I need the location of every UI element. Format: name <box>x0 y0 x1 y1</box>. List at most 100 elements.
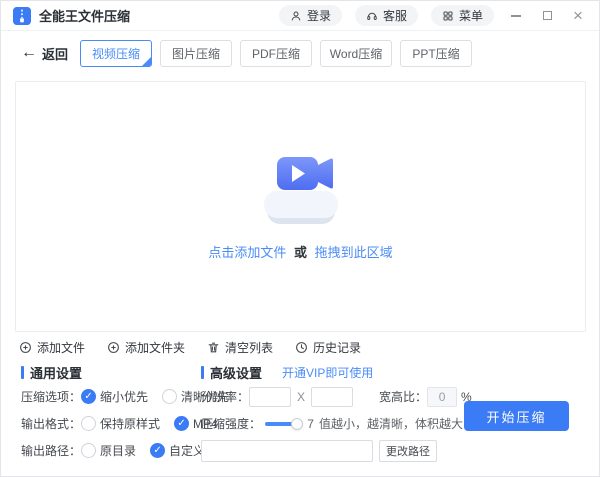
output-path-row: 输出路径： 原目录 自定义 <box>21 440 193 461</box>
resolution-width-input[interactable] <box>249 387 291 407</box>
slider-thumb[interactable] <box>291 418 303 430</box>
tab-label: Word压缩 <box>330 45 382 62</box>
resolution-height-input[interactable] <box>311 387 353 407</box>
radio-keep-original-format[interactable]: 保持原样式 <box>81 415 160 432</box>
section-accent-bar <box>201 366 204 379</box>
output-format-row: 输出格式： 保持原样式 MP4 <box>21 413 193 434</box>
add-file-button[interactable]: 添加文件 <box>19 339 85 356</box>
custom-path-row: 更改路径 <box>201 440 463 461</box>
general-settings-title: 通用设置 <box>30 363 82 382</box>
tab-label: PDF压缩 <box>252 45 300 62</box>
login-label: 登录 <box>307 7 331 24</box>
add-folder-label: 添加文件夹 <box>125 339 185 356</box>
tab-video-compress[interactable]: 视频压缩 <box>80 40 152 67</box>
custom-directory-label: 自定义 <box>169 442 205 459</box>
section-accent-bar <box>21 366 24 379</box>
general-settings-section: 通用设置 压缩选项： 缩小优先 清晰优先 输出格式： 保持原样式 MP4 <box>21 365 193 461</box>
vip-upgrade-link[interactable]: 开通VIP即可使用 <box>282 364 373 381</box>
close-icon: × <box>573 7 583 24</box>
radio-original-directory[interactable]: 原目录 <box>81 442 136 459</box>
tab-pdf-compress[interactable]: PDF压缩 <box>240 40 312 67</box>
start-compress-button[interactable]: 开始压缩 <box>464 401 569 431</box>
clock-icon <box>295 341 308 354</box>
add-folder-button[interactable]: 添加文件夹 <box>107 339 185 356</box>
video-camera-icon <box>253 152 349 230</box>
titlebar: 全能王文件压缩 登录 客服 菜单 <box>1 1 599 31</box>
resolution-separator: X <box>297 390 305 404</box>
headset-icon <box>366 10 378 22</box>
app-window: 全能王文件压缩 登录 客服 菜单 <box>0 0 600 477</box>
output-format-label: 输出格式： <box>21 415 81 432</box>
compression-tabs: 视频压缩 图片压缩 PDF压缩 Word压缩 PPT压缩 <box>80 40 472 67</box>
resolution-label: 分辨率： <box>201 388 249 405</box>
trash-icon <box>207 341 220 354</box>
titlebar-actions: 登录 客服 菜单 × <box>279 5 587 26</box>
support-label: 客服 <box>383 7 407 24</box>
compress-option-label: 压缩选项： <box>21 388 81 405</box>
advanced-settings-section: 高级设置 开通VIP即可使用 分辨率： X 宽高比： % 压缩强度： 7 值越小… <box>201 365 463 461</box>
advanced-settings-header: 高级设置 开通VIP即可使用 <box>201 365 463 380</box>
app-logo-icon <box>13 7 31 25</box>
strength-row: 压缩强度： 7 值越小，越清晰，体积越大 <box>201 413 463 434</box>
maximize-button[interactable] <box>538 7 556 25</box>
radio-unchecked-icon[interactable] <box>81 443 96 458</box>
close-button[interactable]: × <box>569 7 587 25</box>
radio-unchecked-icon[interactable] <box>81 416 96 431</box>
history-button[interactable]: 历史记录 <box>295 339 361 356</box>
menu-label: 菜单 <box>459 7 483 24</box>
plus-circle-icon <box>107 341 120 354</box>
aspect-ratio-input <box>427 387 457 407</box>
keep-original-label: 保持原样式 <box>100 415 160 432</box>
or-text: 或 <box>294 245 307 260</box>
change-path-button[interactable]: 更改路径 <box>379 440 437 462</box>
compress-option-row: 压缩选项： 缩小优先 清晰优先 <box>21 386 193 407</box>
general-settings-header: 通用设置 <box>21 365 193 380</box>
tab-label: PPT压缩 <box>412 45 459 62</box>
clear-list-label: 清空列表 <box>225 339 273 356</box>
support-button[interactable]: 客服 <box>355 5 418 26</box>
tab-label: 视频压缩 <box>92 45 140 62</box>
back-arrow-icon: ← <box>21 45 37 61</box>
file-actions-row: 添加文件 添加文件夹 清空列表 历史记录 <box>19 339 361 356</box>
original-directory-label: 原目录 <box>100 442 136 459</box>
drag-text: 拖拽到此区域 <box>315 245 393 260</box>
history-label: 历史记录 <box>313 339 361 356</box>
back-label: 返回 <box>42 44 68 63</box>
aspect-ratio-label: 宽高比： <box>379 388 427 405</box>
tab-bar: ← 返回 视频压缩 图片压缩 PDF压缩 Word压缩 PPT压缩 <box>1 31 599 75</box>
tab-image-compress[interactable]: 图片压缩 <box>160 40 232 67</box>
strength-hint: 值越小，越清晰，体积越大 <box>319 415 463 432</box>
back-button[interactable]: ← 返回 <box>21 44 68 63</box>
drop-zone-hint: 点击添加文件 或 拖拽到此区域 <box>208 242 392 261</box>
minimize-button[interactable] <box>507 7 525 25</box>
radio-checked-icon[interactable] <box>174 416 189 431</box>
advanced-settings-title: 高级设置 <box>210 363 262 382</box>
app-title: 全能王文件压缩 <box>39 6 130 25</box>
shrink-first-label: 缩小优先 <box>100 388 148 405</box>
clear-list-button[interactable]: 清空列表 <box>207 339 273 356</box>
strength-value: 7 <box>307 417 314 431</box>
radio-checked-icon[interactable] <box>81 389 96 404</box>
tab-ppt-compress[interactable]: PPT压缩 <box>400 40 472 67</box>
output-path-input[interactable] <box>201 440 373 462</box>
file-drop-zone[interactable]: 点击添加文件 或 拖拽到此区域 <box>15 81 586 332</box>
maximize-icon <box>543 11 552 20</box>
radio-custom-directory[interactable]: 自定义 <box>150 442 205 459</box>
strength-slider[interactable] <box>265 417 297 431</box>
menu-grid-icon <box>442 10 454 22</box>
radio-checked-icon[interactable] <box>150 443 165 458</box>
menu-button[interactable]: 菜单 <box>431 5 494 26</box>
radio-shrink-first[interactable]: 缩小优先 <box>81 388 148 405</box>
plus-circle-icon <box>19 341 32 354</box>
user-icon <box>290 10 302 22</box>
radio-unchecked-icon[interactable] <box>162 389 177 404</box>
resolution-row: 分辨率： X 宽高比： % <box>201 386 463 407</box>
click-add-text[interactable]: 点击添加文件 <box>208 245 286 260</box>
tab-label: 图片压缩 <box>172 45 220 62</box>
output-path-label: 输出路径： <box>21 442 81 459</box>
minimize-icon <box>511 15 521 17</box>
login-button[interactable]: 登录 <box>279 5 342 26</box>
add-file-label: 添加文件 <box>37 339 85 356</box>
strength-label: 压缩强度： <box>201 415 261 432</box>
tab-word-compress[interactable]: Word压缩 <box>320 40 392 67</box>
